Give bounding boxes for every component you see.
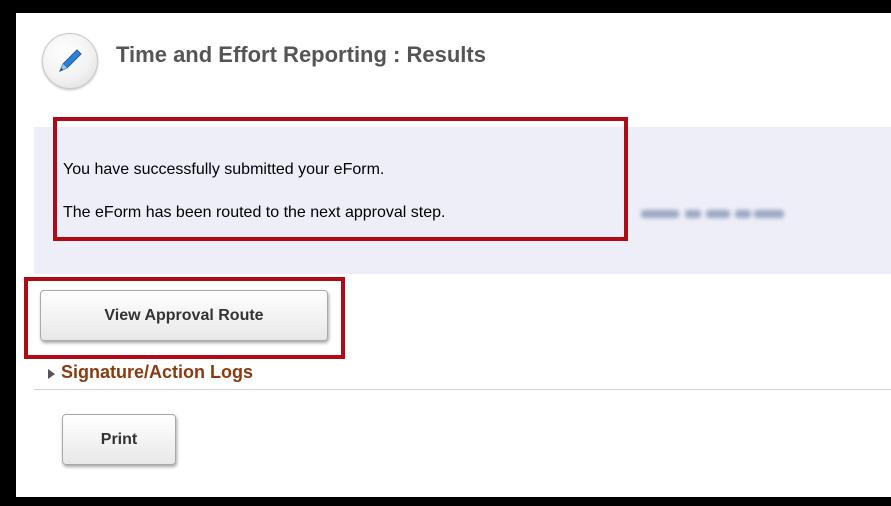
section-divider (34, 389, 891, 390)
page-title: Time and Effort Reporting : Results (116, 42, 486, 67)
redacted-approver-name (641, 205, 791, 223)
page-header: Time and Effort Reporting : Results (16, 13, 891, 93)
button-highlight-box (24, 277, 345, 359)
signature-action-logs-label: Signature/Action Logs (61, 362, 254, 382)
caret-right-icon (48, 369, 55, 379)
page-frame: Time and Effort Reporting : Results You … (16, 13, 891, 497)
print-button[interactable]: Print (62, 414, 176, 465)
pencil-icon (42, 33, 98, 89)
message-highlight-box (53, 117, 628, 241)
